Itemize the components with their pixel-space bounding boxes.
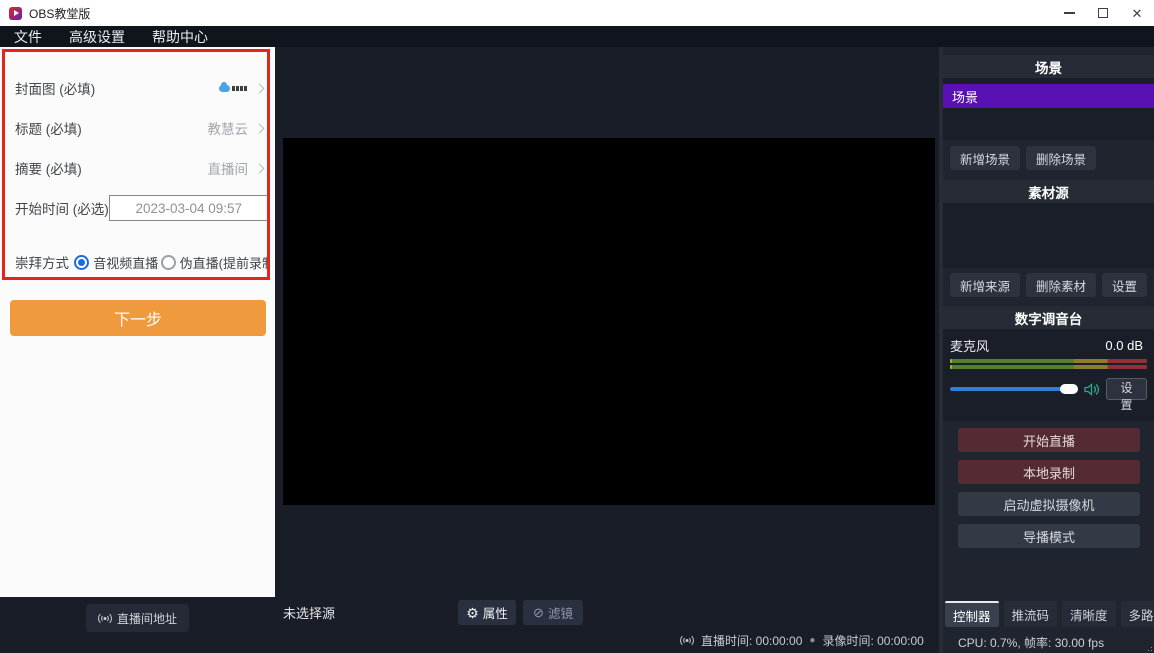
volume-slider-track	[950, 387, 1062, 391]
volume-slider-handle[interactable]	[1060, 384, 1078, 394]
worship-mode-row: 崇拜方式 音视频直播 伪直播(提前录制	[15, 249, 270, 275]
add-scene-button[interactable]: 新增场景	[950, 146, 1020, 170]
source-buttons: 新增来源 删除素材 设置	[950, 273, 1147, 297]
preview-canvas[interactable]	[283, 138, 935, 505]
window-controls: ✕	[1052, 0, 1154, 26]
live-info-panel: 封面图 (必填) 标题 (必填) 教慧云 摘要 (必填) 直播间 开始时间 (必…	[0, 47, 275, 597]
tab-controller[interactable]: 控制器	[945, 601, 999, 627]
cpu-fps-status: CPU: 0.7%, 帧率: 30.00 fps	[958, 634, 1104, 651]
start-streaming-button[interactable]: 开始直播	[958, 428, 1140, 452]
properties-button[interactable]: ⚙ 属性	[458, 600, 516, 625]
radio-option-av-live[interactable]: 音视频直播	[74, 253, 158, 272]
scene-list-item[interactable]: 场景	[943, 84, 1154, 108]
start-time-row: 开始时间 (必选)	[15, 195, 263, 221]
mixer-settings-button[interactable]: 设置	[1106, 378, 1147, 400]
add-source-button[interactable]: 新增来源	[950, 273, 1020, 297]
title-label: 标题 (必填)	[15, 118, 82, 138]
cover-image-row[interactable]: 封面图 (必填)	[15, 75, 263, 101]
scene-list: 场景	[943, 78, 1154, 140]
start-time-label: 开始时间 (必选)	[15, 198, 109, 218]
local-record-button[interactable]: 本地录制	[958, 460, 1140, 484]
close-button[interactable]: ✕	[1120, 0, 1154, 26]
no-source-selected-label: 未选择源	[283, 603, 335, 622]
chevron-right-icon	[255, 123, 265, 133]
db-value: 0.0 dB	[1105, 338, 1143, 353]
mic-label: 麦克风	[950, 336, 989, 355]
source-settings-button[interactable]: 设置	[1102, 273, 1147, 297]
sources-section-header: 素材源	[943, 180, 1154, 203]
record-dot-icon: ●	[809, 635, 815, 646]
speaker-icon[interactable]	[1084, 383, 1100, 396]
scenes-section-header: 场景	[943, 55, 1154, 78]
audio-mixer: 麦克风 0.0 dB 设置	[943, 329, 1154, 421]
summary-value: 直播间	[208, 158, 249, 178]
title-row[interactable]: 标题 (必填) 教慧云	[15, 115, 263, 141]
resize-grip[interactable]	[1146, 645, 1152, 651]
title-value: 教慧云	[208, 118, 249, 138]
maximize-icon	[1098, 8, 1108, 18]
room-address-button[interactable]: 直播间地址	[86, 604, 189, 632]
start-time-input[interactable]	[109, 195, 269, 221]
cover-thumbnail	[219, 85, 248, 92]
chevron-right-icon	[255, 83, 265, 93]
required-fields-highlight-box: 封面图 (必填) 标题 (必填) 教慧云 摘要 (必填) 直播间 开始时间 (必…	[2, 49, 270, 280]
delete-scene-button[interactable]: 删除场景	[1026, 146, 1096, 170]
delete-source-button[interactable]: 删除素材	[1026, 273, 1096, 297]
record-time-label: 录像时间: 00:00:00	[822, 632, 923, 649]
volume-meter-bar	[950, 359, 1147, 363]
scene-buttons: 新增场景 删除场景	[950, 146, 1096, 170]
summary-row[interactable]: 摘要 (必填) 直播间	[15, 155, 263, 181]
minimize-icon	[1064, 12, 1075, 14]
radio-unselected-icon	[161, 255, 176, 270]
maximize-button[interactable]	[1086, 0, 1120, 26]
right-control-panel: 场景 场景 新增场景 删除场景 素材源 新增来源 删除素材 设置 数字调音台 麦…	[943, 47, 1154, 653]
menu-bar: 文件 高级设置 帮助中心	[0, 26, 1154, 47]
title-bar: OBS教堂版 ✕	[0, 0, 1154, 26]
virtual-camera-button[interactable]: 启动虚拟摄像机	[958, 492, 1140, 516]
tab-stream-key[interactable]: 推流码	[1004, 601, 1058, 627]
tab-quality[interactable]: 清晰度	[1062, 601, 1116, 627]
summary-label: 摘要 (必填)	[15, 158, 82, 178]
volume-meter-bar	[950, 365, 1147, 370]
cover-image-label: 封面图 (必填)	[15, 78, 95, 98]
chevron-right-icon	[255, 163, 265, 173]
window-title: OBS教堂版	[29, 5, 90, 22]
filter-icon: ⊘	[533, 606, 544, 619]
live-time-label: 直播时间: 00:00:00	[701, 632, 802, 649]
menu-file[interactable]: 文件	[14, 27, 42, 47]
app-logo-icon	[9, 7, 22, 20]
cover-logo-cloud-icon	[219, 85, 230, 92]
broadcast-icon	[680, 635, 694, 646]
cover-logo-text-mark	[232, 86, 248, 91]
source-list	[943, 203, 1154, 268]
close-icon: ✕	[1132, 7, 1143, 20]
volume-meter	[950, 359, 1147, 369]
filters-button[interactable]: ⊘ 滤镜	[523, 600, 583, 625]
next-step-button[interactable]: 下一步	[10, 300, 266, 336]
volume-slider[interactable]	[950, 384, 1078, 394]
menu-advanced-settings[interactable]: 高级设置	[69, 27, 125, 47]
minimize-button[interactable]	[1052, 0, 1086, 26]
stream-status-bar: 直播时间: 00:00:00 ● 录像时间: 00:00:00	[680, 633, 924, 648]
director-mode-button[interactable]: 导播模式	[958, 524, 1140, 548]
gear-icon: ⚙	[466, 606, 479, 620]
mixer-section-header: 数字调音台	[943, 306, 1154, 329]
menu-help-center[interactable]: 帮助中心	[152, 27, 208, 47]
tab-multi-stream[interactable]: 多路推流	[1121, 601, 1154, 627]
room-address-label: 直播间地址	[117, 610, 177, 627]
broadcast-icon	[98, 613, 112, 624]
radio-selected-icon	[74, 255, 89, 270]
worship-mode-label: 崇拜方式	[15, 252, 69, 272]
bottom-tabs: 控制器 推流码 清晰度 多路推流	[945, 601, 1154, 627]
radio-option-fake-live[interactable]: 伪直播(提前录制	[161, 253, 270, 272]
